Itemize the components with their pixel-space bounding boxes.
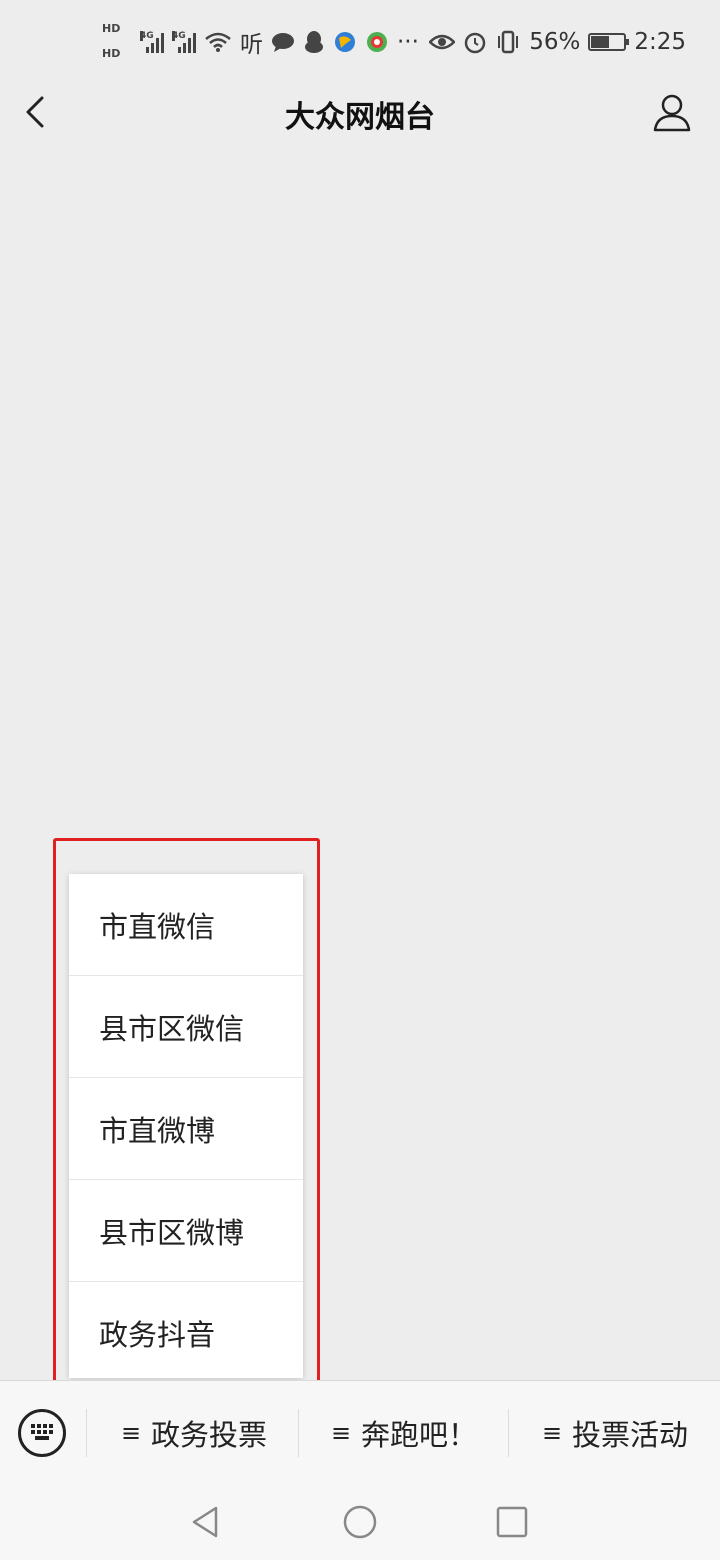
menu-divider — [298, 1409, 299, 1457]
menu-button-toupiao-huodong[interactable]: ≡ 投票活动 — [510, 1405, 720, 1461]
submenu-popup: 市直微信 县市区微信 市直微博 县市区微博 政务抖音 — [69, 874, 303, 1378]
menu-button-label: 投票活动 — [572, 1418, 689, 1452]
menu-divider — [86, 1409, 87, 1457]
clock-time: 2:25 — [634, 29, 686, 55]
menu-button-label: 奔跑吧！ — [361, 1418, 478, 1452]
menu-list-icon: ≡ — [330, 1419, 352, 1447]
system-nav-bar — [0, 1484, 720, 1560]
battery-percent: 56% — [529, 29, 581, 55]
more-notifications-icon: ··· — [397, 29, 419, 55]
hd-badge-2: HD — [102, 47, 121, 60]
keyboard-icon[interactable] — [18, 1409, 66, 1457]
page-title: 大众网烟台 — [285, 100, 435, 135]
submenu-item-xianshiqu-weibo[interactable]: 县市区微博 — [69, 1180, 303, 1282]
menu-button-label: 政务投票 — [151, 1418, 268, 1452]
submenu-item-zhengwu-douyin[interactable]: 政务抖音 — [69, 1282, 303, 1384]
submenu-item-shizhi-weixin[interactable]: 市直微信 — [69, 874, 303, 976]
title-bar: 大众网烟台 — [0, 84, 720, 142]
profile-icon[interactable] — [652, 92, 692, 134]
signal-icon: 4G — [172, 31, 196, 53]
status-icons-left: 4G 4G 听 ··· — [140, 26, 419, 58]
listen-app-icon: 听 — [240, 32, 263, 58]
submenu-item-xianshiqu-weixin[interactable]: 县市区微信 — [69, 976, 303, 1078]
menu-list-icon: ≡ — [120, 1419, 142, 1447]
menu-list-icon: ≡ — [541, 1419, 563, 1447]
qq-penguin-icon — [305, 31, 323, 53]
browser-app-icon — [335, 32, 355, 52]
chat-bubble-icon — [272, 33, 294, 52]
hd-badge-1: HD — [102, 22, 121, 35]
eye-comfort-icon — [429, 34, 456, 50]
menu-button-benpaoba[interactable]: ≡ 奔跑吧！ — [300, 1405, 508, 1461]
wifi-icon — [205, 32, 231, 52]
menu-bar: ≡ 政务投票 ≡ 奔跑吧！ ≡ 投票活动 — [0, 1380, 720, 1484]
submenu-item-shizhi-weibo[interactable]: 市直微博 — [69, 1078, 303, 1180]
menu-button-zhengwu-toupiao[interactable]: ≡ 政务投票 — [90, 1405, 298, 1461]
status-bar: HD HD 4G 4G 听 ··· 56% 2:25 — [0, 0, 720, 84]
signal-icon: 4G — [140, 31, 164, 53]
nav-back-icon[interactable] — [186, 1502, 226, 1542]
status-icons-right: 56% 2:25 — [429, 26, 686, 58]
camera-app-icon — [367, 32, 387, 52]
nav-recent-icon[interactable] — [492, 1502, 532, 1542]
nav-home-icon[interactable] — [340, 1502, 380, 1542]
menu-divider — [508, 1409, 509, 1457]
alarm-icon — [464, 32, 486, 54]
battery-icon — [588, 33, 630, 51]
vibrate-icon — [498, 30, 519, 54]
